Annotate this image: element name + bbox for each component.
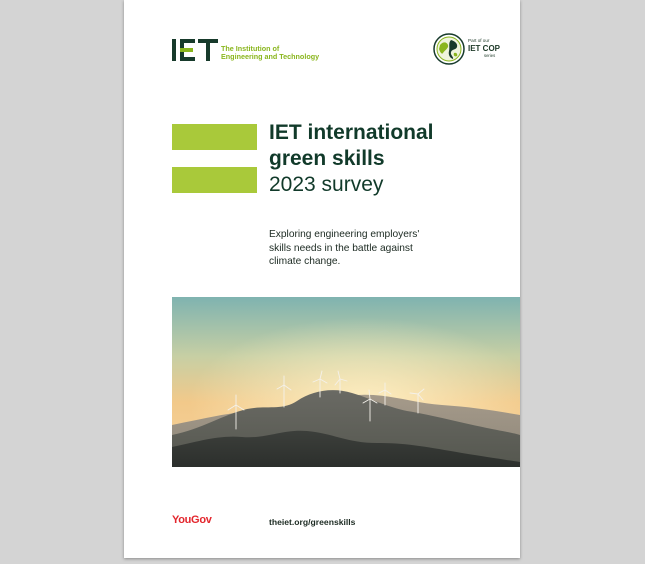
green-bar-bottom [172, 167, 257, 193]
report-cover-page: The Institution of Engineering and Techn… [124, 0, 520, 558]
report-title: IET international green skills 2023 surv… [269, 120, 434, 198]
cop-line2: IET COP [468, 44, 501, 53]
title-line3: 2023 survey [269, 173, 384, 196]
iet-logo-text: The Institution of Engineering and Techn… [221, 44, 320, 62]
green-bar-top [172, 124, 257, 150]
title-line2: green skills [269, 147, 385, 170]
wind-turbines-mountains-image [172, 297, 520, 467]
iet-name-line2: Engineering and Technology [221, 52, 320, 62]
cop-line3: series [484, 53, 496, 58]
yougov-logo: YouGov [172, 514, 212, 526]
title-line1: IET international [269, 121, 434, 144]
report-subtitle: Exploring engineering employers' skills … [269, 229, 420, 267]
cop-globe-icon [433, 33, 465, 65]
cop-series-label: Part of our IET COP series [468, 38, 500, 59]
report-url-link[interactable]: theiet.org/greenskills [269, 517, 355, 527]
